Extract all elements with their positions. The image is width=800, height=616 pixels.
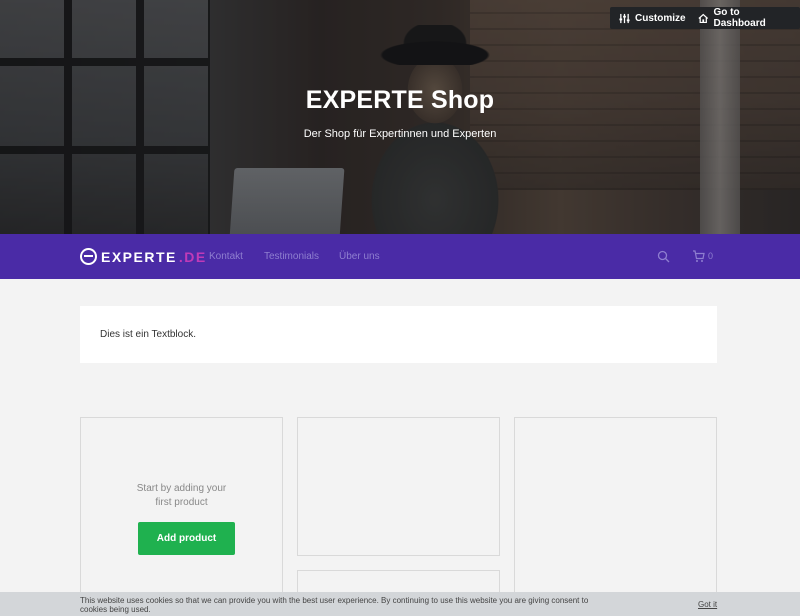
hero-banner: EXPERTE Shop Der Shop für Expertinnen un… [0,0,800,234]
cookie-bar: This website uses cookies so that we can… [0,592,800,616]
text-block: Dies ist ein Textblock. [80,306,717,363]
empty-message-line-1: Start by adding your [136,483,227,494]
main-navigation: EXPERTE .DE Kontakt Testimonials Über un… [0,234,800,279]
nav-link-ueber-uns[interactable]: Über uns [339,251,380,262]
hero-subtitle: Der Shop für Expertinnen und Experten [303,128,497,140]
logo-suffix: .DE [178,248,207,265]
home-icon [698,13,709,23]
nav-link-kontakt[interactable]: Kontakt [209,251,243,262]
site-logo[interactable]: EXPERTE .DE [80,248,207,265]
empty-message-line-2: first product [155,497,208,508]
text-block-content: Dies ist ein Textblock. [100,329,196,340]
dashboard-label: Go to Dashboard [713,7,766,29]
cookie-accept-button[interactable]: Got it [698,600,717,609]
hero-title: EXPERTE Shop [305,86,495,114]
product-card-empty [514,417,717,616]
product-card-empty [297,417,500,556]
add-product-button[interactable]: Add product [138,522,235,555]
logo-icon [80,248,97,265]
go-to-dashboard-button[interactable]: Go to Dashboard [689,7,800,29]
cookie-message: This website uses cookies so that we can… [80,596,589,614]
search-icon[interactable] [657,250,670,263]
cart-count: 0 [708,251,714,261]
product-placeholder-card: Start by adding your first product Add p… [80,417,283,616]
nav-link-testimonials[interactable]: Testimonials [264,251,319,262]
customize-button[interactable]: Customize [610,7,695,29]
cart-icon[interactable] [692,250,705,263]
empty-products-message: Start by adding your first product [81,482,282,510]
hero-overlay [0,0,800,234]
customize-label: Customize [635,12,686,24]
sliders-icon [619,13,630,23]
logo-text: EXPERTE [101,248,177,265]
